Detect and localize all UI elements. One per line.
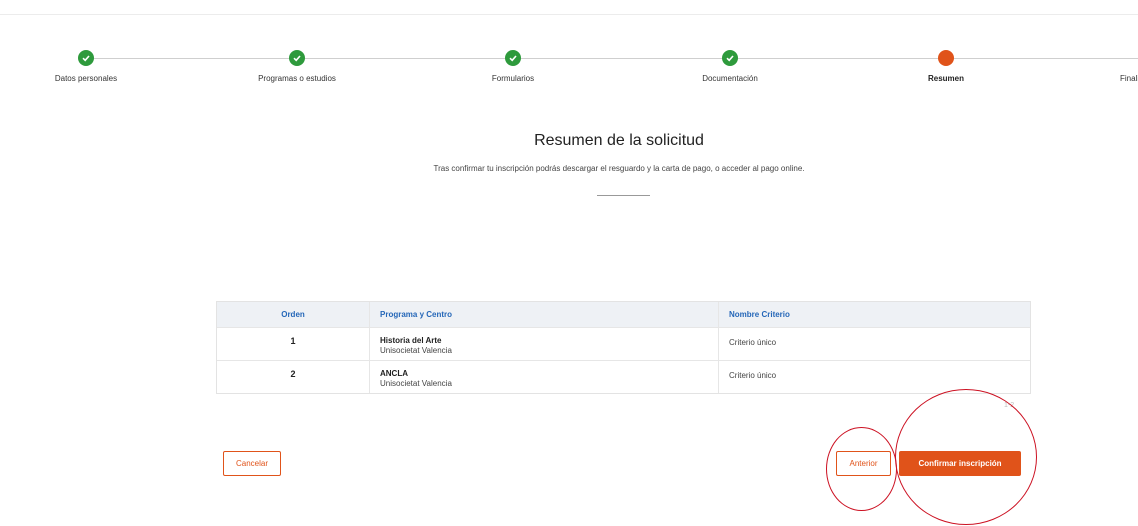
step-programas[interactable]: Programas o estudios [227, 50, 367, 83]
program-center: Unisocietat Valencia [380, 346, 452, 355]
step-label: Datos personales [54, 74, 118, 83]
step-label: Programas o estudios [258, 74, 336, 83]
summary-table: Orden Programa y Centro Nombre Criterio … [216, 301, 1031, 394]
program-center: Unisocietat Valencia [380, 379, 452, 388]
row-orden: 1 [290, 336, 296, 346]
row-programa-cell: ANCLA Unisocietat Valencia [369, 361, 718, 393]
annotation-circle-confirm [895, 389, 1037, 525]
title-divider [597, 195, 650, 196]
annotation-circle-previous [826, 427, 897, 511]
current-step-dot [938, 50, 954, 66]
step-label: Formularios [491, 74, 535, 83]
row-programa-cell: Historia del Arte Unisocietat Valencia [369, 328, 718, 360]
check-icon [289, 50, 305, 66]
page-title: Resumen de la solicitud [534, 132, 704, 149]
program-name: Historia del Arte [380, 336, 442, 345]
header-criterio: Nombre Criterio [718, 302, 1030, 327]
top-divider [0, 14, 1138, 15]
check-icon [505, 50, 521, 66]
check-icon [722, 50, 738, 66]
row-orden: 2 [290, 369, 296, 379]
step-documentacion[interactable]: Documentación [660, 50, 800, 83]
row-criterio: Criterio único [718, 361, 1030, 393]
table-header: Orden Programa y Centro Nombre Criterio [217, 302, 1030, 327]
check-icon [78, 50, 94, 66]
page-subtitle: Tras confirmar tu inscripción podrás des… [433, 164, 805, 173]
step-finalizar: Finali [1120, 50, 1138, 83]
step-formularios[interactable]: Formularios [443, 50, 583, 83]
header-orden: Orden [281, 310, 305, 319]
header-programa: Programa y Centro [369, 302, 718, 327]
table-row: 2 ANCLA Unisocietat Valencia Criterio ún… [217, 360, 1030, 393]
step-label: Finali [1120, 74, 1138, 83]
step-label: Resumen [927, 74, 964, 83]
cancel-button[interactable]: Cancelar [223, 451, 281, 476]
step-label: Documentación [702, 74, 758, 83]
table-row: 1 Historia del Arte Unisocietat Valencia… [217, 327, 1030, 360]
step-resumen: Resumen [876, 50, 1016, 83]
step-datos-personales[interactable]: Datos personales [16, 50, 156, 83]
row-criterio: Criterio único [718, 328, 1030, 360]
program-name: ANCLA [380, 369, 408, 378]
